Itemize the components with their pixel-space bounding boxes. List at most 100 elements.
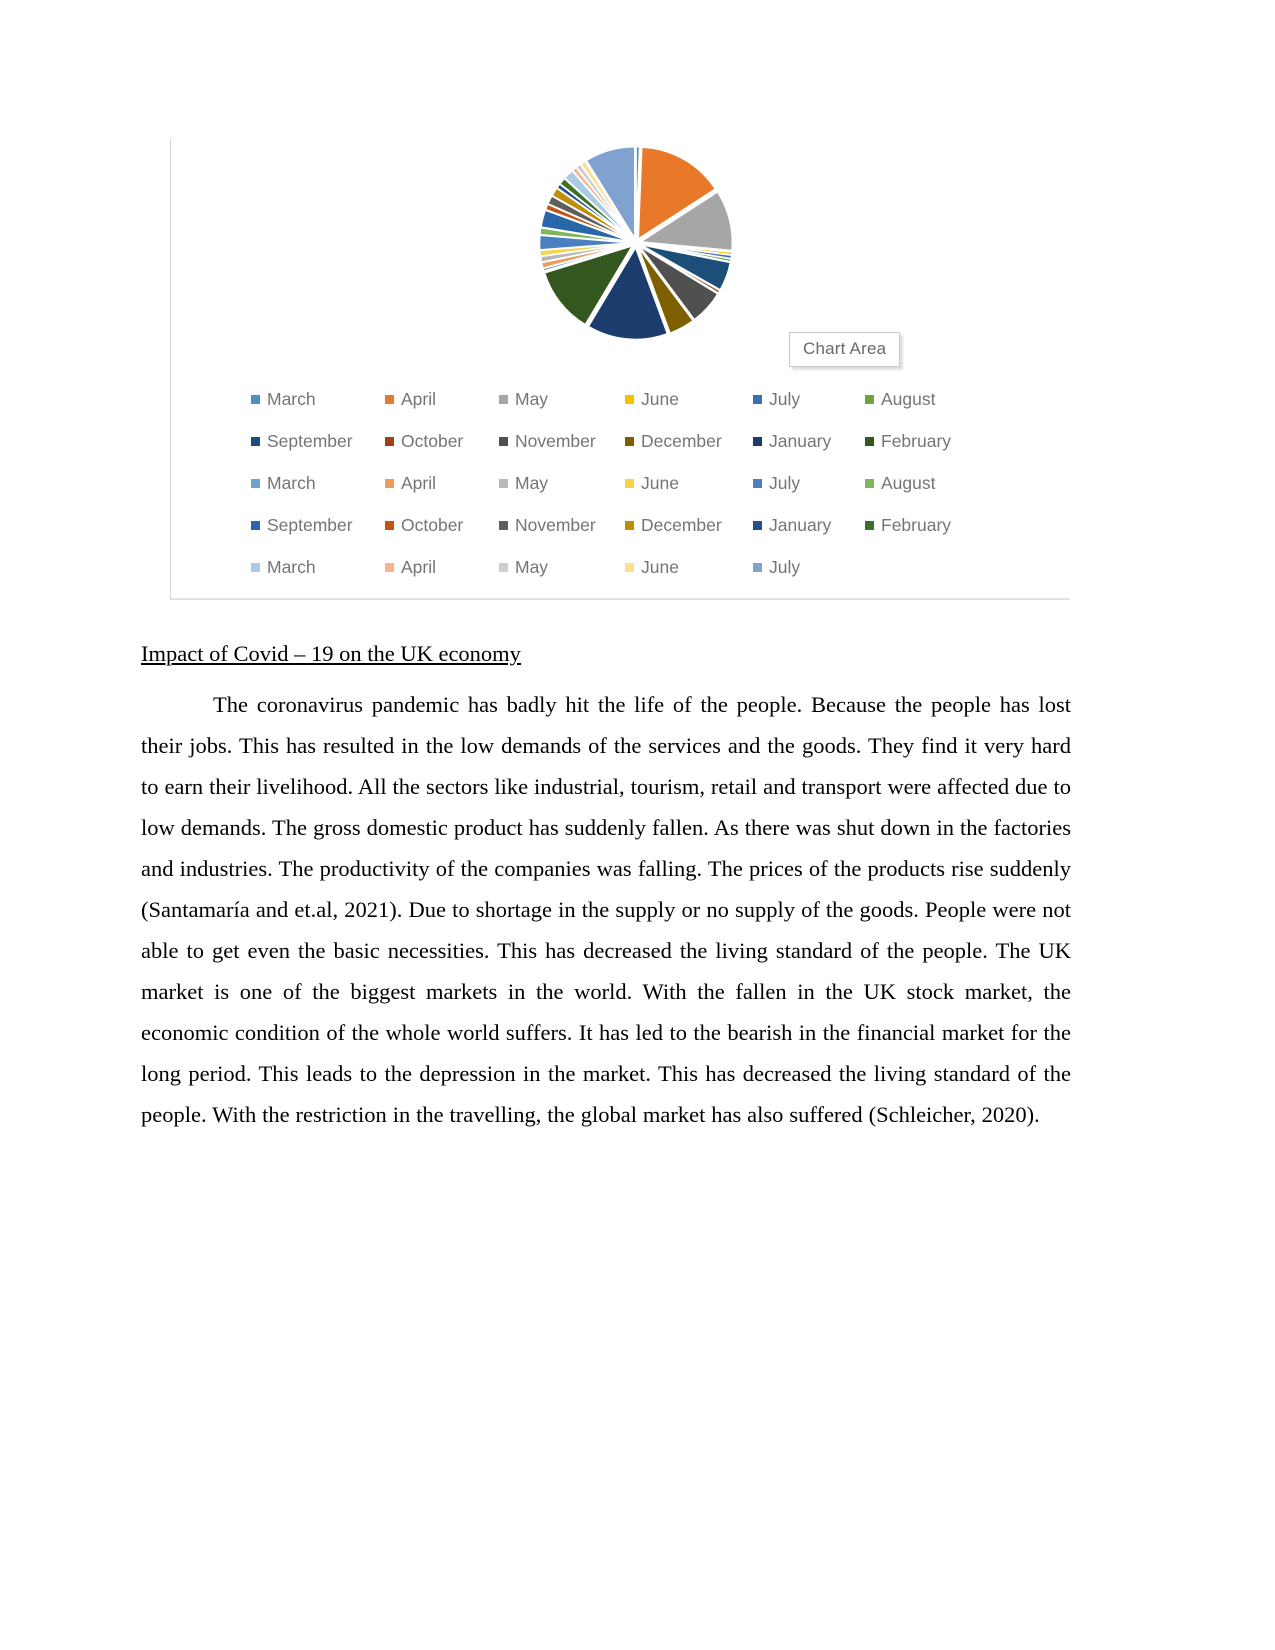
legend-swatch-icon: [625, 562, 634, 572]
legend-item-label: June: [641, 388, 679, 409]
legend-item-june[interactable]: June: [625, 473, 753, 494]
legend-item-april[interactable]: April: [385, 389, 499, 410]
legend-item-label: June: [641, 556, 679, 577]
legend-item-label: December: [641, 514, 722, 535]
legend-item-label: November: [515, 430, 596, 451]
legend-item-label: March: [267, 556, 316, 577]
legend-swatch-icon: [499, 436, 508, 446]
legend-item-january[interactable]: January: [753, 431, 865, 452]
legend-item-february[interactable]: February: [865, 431, 985, 452]
legend-item-label: July: [769, 556, 801, 577]
legend-item-label: December: [641, 430, 722, 451]
legend-swatch-icon: [385, 562, 394, 572]
legend-swatch-icon: [753, 520, 762, 530]
legend-swatch-icon: [753, 478, 762, 488]
legend-swatch-icon: [385, 394, 394, 404]
legend-swatch-icon: [251, 520, 260, 530]
section-heading: Impact of Covid – 19 on the UK economy: [141, 641, 521, 666]
legend-item-december[interactable]: December: [625, 515, 753, 536]
legend-swatch-icon: [499, 478, 508, 488]
legend-swatch-icon: [625, 478, 634, 488]
legend-swatch-icon: [753, 436, 762, 446]
legend-item-december[interactable]: December: [625, 431, 753, 452]
legend-item-label: August: [881, 388, 936, 409]
legend-item-september[interactable]: September: [251, 515, 385, 536]
legend-swatch-icon: [251, 562, 260, 572]
legend-swatch-icon: [753, 562, 762, 572]
legend-swatch-icon: [385, 436, 394, 446]
legend-swatch-icon: [499, 520, 508, 530]
document-body: Impact of Covid – 19 on the UK economy T…: [141, 640, 1071, 1135]
legend-row: March April May June July August: [251, 462, 1061, 504]
legend-item-label: May: [515, 472, 549, 493]
legend-item-label: May: [515, 556, 549, 577]
legend-swatch-icon: [251, 436, 260, 446]
legend-swatch-icon: [251, 478, 260, 488]
pie-chart-svg: [538, 145, 734, 341]
legend-item-november[interactable]: November: [499, 515, 625, 536]
legend-item-july[interactable]: July: [753, 557, 865, 578]
legend-swatch-icon: [385, 520, 394, 530]
legend-item-label: September: [267, 514, 353, 535]
pie-chart[interactable]: [526, 143, 746, 343]
legend-item-label: May: [515, 388, 549, 409]
legend-item-june[interactable]: June: [625, 389, 753, 410]
legend-item-march[interactable]: March: [251, 473, 385, 494]
legend-swatch-icon: [865, 436, 874, 446]
legend-item-label: April: [401, 388, 437, 409]
legend-item-label: March: [267, 472, 316, 493]
legend-item-label: July: [769, 388, 801, 409]
legend-item-label: March: [267, 388, 316, 409]
legend-swatch-icon: [625, 436, 634, 446]
legend-item-october[interactable]: October: [385, 515, 499, 536]
legend-item-august[interactable]: August: [865, 389, 985, 410]
embedded-chart-object[interactable]: Chart Area March April May June July August Se…: [170, 138, 1070, 600]
legend-swatch-icon: [865, 394, 874, 404]
legend-item-label: February: [881, 514, 952, 535]
legend-item-label: July: [769, 472, 801, 493]
legend-item-label: February: [881, 430, 952, 451]
legend-item-february[interactable]: February: [865, 515, 985, 536]
legend-item-label: January: [769, 514, 832, 535]
legend-item-october[interactable]: October: [385, 431, 499, 452]
legend-item-april[interactable]: April: [385, 473, 499, 494]
legend-swatch-icon: [499, 562, 508, 572]
legend-item-november[interactable]: November: [499, 431, 625, 452]
legend-item-may[interactable]: May: [499, 557, 625, 578]
legend-item-label: November: [515, 514, 596, 535]
legend-swatch-icon: [625, 394, 634, 404]
legend-item-july[interactable]: July: [753, 389, 865, 410]
legend-item-january[interactable]: January: [753, 515, 865, 536]
legend-item-may[interactable]: May: [499, 389, 625, 410]
legend-item-label: April: [401, 556, 437, 577]
legend-swatch-icon: [251, 394, 260, 404]
legend-item-label: June: [641, 472, 679, 493]
legend-swatch-icon: [385, 478, 394, 488]
chart-area-tooltip: Chart Area: [789, 332, 901, 367]
chart-legend[interactable]: March April May June July August September Octo…: [251, 378, 1061, 588]
legend-swatch-icon: [865, 520, 874, 530]
chart-area-tooltip-label: Chart Area: [803, 339, 887, 358]
legend-item-july[interactable]: July: [753, 473, 865, 494]
legend-item-march[interactable]: March: [251, 557, 385, 578]
legend-item-label: October: [401, 514, 464, 535]
legend-item-march[interactable]: March: [251, 389, 385, 410]
legend-item-august[interactable]: August: [865, 473, 985, 494]
legend-row: March April May June July August: [251, 378, 1061, 420]
legend-item-september[interactable]: September: [251, 431, 385, 452]
legend-item-label: September: [267, 430, 353, 451]
legend-row: March April May June July: [251, 546, 1061, 588]
legend-item-april[interactable]: April: [385, 557, 499, 578]
legend-item-label: August: [881, 472, 936, 493]
legend-row: September October November December January F…: [251, 504, 1061, 546]
legend-item-label: October: [401, 430, 464, 451]
legend-swatch-icon: [865, 478, 874, 488]
legend-swatch-icon: [499, 394, 508, 404]
legend-swatch-icon: [625, 520, 634, 530]
legend-item-may[interactable]: May: [499, 473, 625, 494]
legend-item-label: January: [769, 430, 832, 451]
body-paragraph: The coronavirus pandemic has badly hit t…: [141, 692, 1071, 1128]
legend-item-label: April: [401, 472, 437, 493]
legend-swatch-icon: [753, 394, 762, 404]
legend-item-june[interactable]: June: [625, 557, 753, 578]
